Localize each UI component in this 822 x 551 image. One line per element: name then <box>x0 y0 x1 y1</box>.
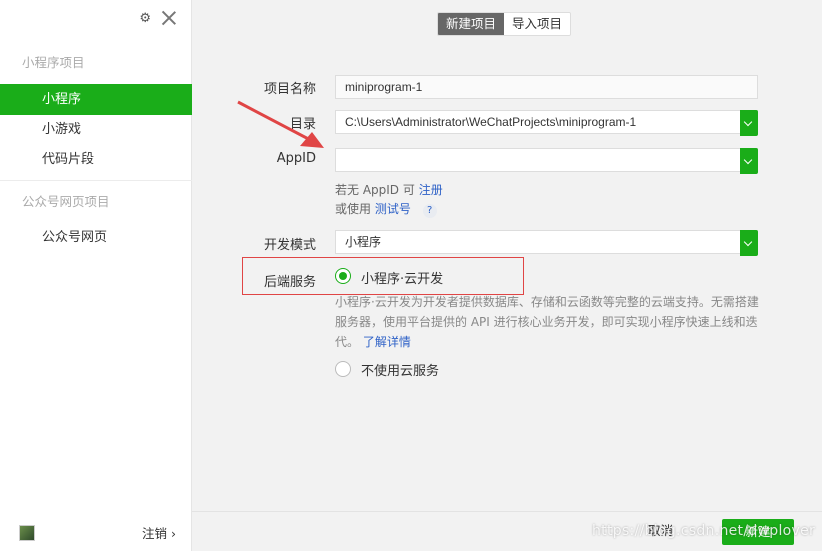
directory-value: C:\Users\Administrator\WeChatProjects\mi… <box>345 115 637 129</box>
sidebar-footer: 注销 › <box>0 511 192 551</box>
watermark: https://blog.csdn.net/dwplover <box>592 523 816 539</box>
chevron-down-icon[interactable] <box>740 110 758 136</box>
project-name-input[interactable]: miniprogram-1 <box>335 75 758 99</box>
chevron-down-icon[interactable] <box>740 148 758 174</box>
tab-import-project[interactable]: 导入项目 <box>504 13 571 35</box>
appid-hint-test: 或使用 测试号 ? <box>335 200 437 218</box>
dev-mode-select[interactable]: 小程序 <box>335 230 758 256</box>
avatar <box>19 525 35 541</box>
help-icon[interactable]: ? <box>422 204 437 218</box>
project-name-label: 项目名称 <box>263 82 316 97</box>
settings-icon[interactable]: ⚙ <box>139 11 151 26</box>
group-title-miniprogram: 小程序项目 <box>22 55 85 70</box>
radio-no-cloud[interactable] <box>335 361 351 377</box>
register-link[interactable]: 注册 <box>419 183 443 197</box>
sidebar-item-miniprogram[interactable]: 小程序 <box>0 84 192 115</box>
hint-no-appid-text: 若无 AppID 可 <box>335 183 415 197</box>
directory-select[interactable]: C:\Users\Administrator\WeChatProjects\mi… <box>335 110 758 136</box>
radio-no-cloud-label[interactable]: 不使用云服务 <box>361 360 439 379</box>
dev-mode-label: 开发模式 <box>263 238 316 253</box>
window-controls: ⚙ <box>139 10 177 26</box>
appid-label: AppID <box>276 151 316 166</box>
chevron-down-icon[interactable] <box>740 230 758 256</box>
appid-input[interactable] <box>335 148 758 174</box>
appid-hint-register: 若无 AppID 可 注册 <box>335 181 443 198</box>
sidebar-item-minigame[interactable]: 小游戏 <box>0 114 192 145</box>
divider <box>0 180 192 181</box>
close-icon[interactable] <box>161 10 177 26</box>
sidebar-item-official-account-webpage[interactable]: 公众号网页 <box>0 222 192 253</box>
project-tabs: 新建项目 导入项目 <box>437 12 572 36</box>
main-panel: 新建项目 导入项目 项目名称 miniprogram-1 目录 C:\Users… <box>192 0 822 551</box>
group-title-official-account: 公众号网页项目 <box>22 194 110 209</box>
sidebar: ⚙ 小程序项目 小程序 小游戏 代码片段 公众号网页项目 公众号网页 注销 › <box>0 0 192 551</box>
test-account-link[interactable]: 测试号 <box>375 202 411 216</box>
radio-cloud-dev-label[interactable]: 小程序·云开发 <box>361 268 443 287</box>
logout-button[interactable]: 注销 › <box>142 523 176 542</box>
learn-more-link[interactable]: 了解详情 <box>363 335 411 349</box>
tab-new-project[interactable]: 新建项目 <box>438 13 505 35</box>
cloud-dev-description: 小程序·云开发为开发者提供数据库、存储和云函数等完整的云端支持。无需搭建服务器，… <box>335 292 763 352</box>
dev-mode-value: 小程序 <box>345 235 382 249</box>
backend-service-label: 后端服务 <box>263 275 316 290</box>
radio-cloud-dev[interactable] <box>335 268 351 284</box>
sidebar-item-code-snippet[interactable]: 代码片段 <box>0 144 192 175</box>
hint-or-use-text: 或使用 <box>335 202 372 216</box>
annotation-arrow-icon <box>237 100 324 148</box>
